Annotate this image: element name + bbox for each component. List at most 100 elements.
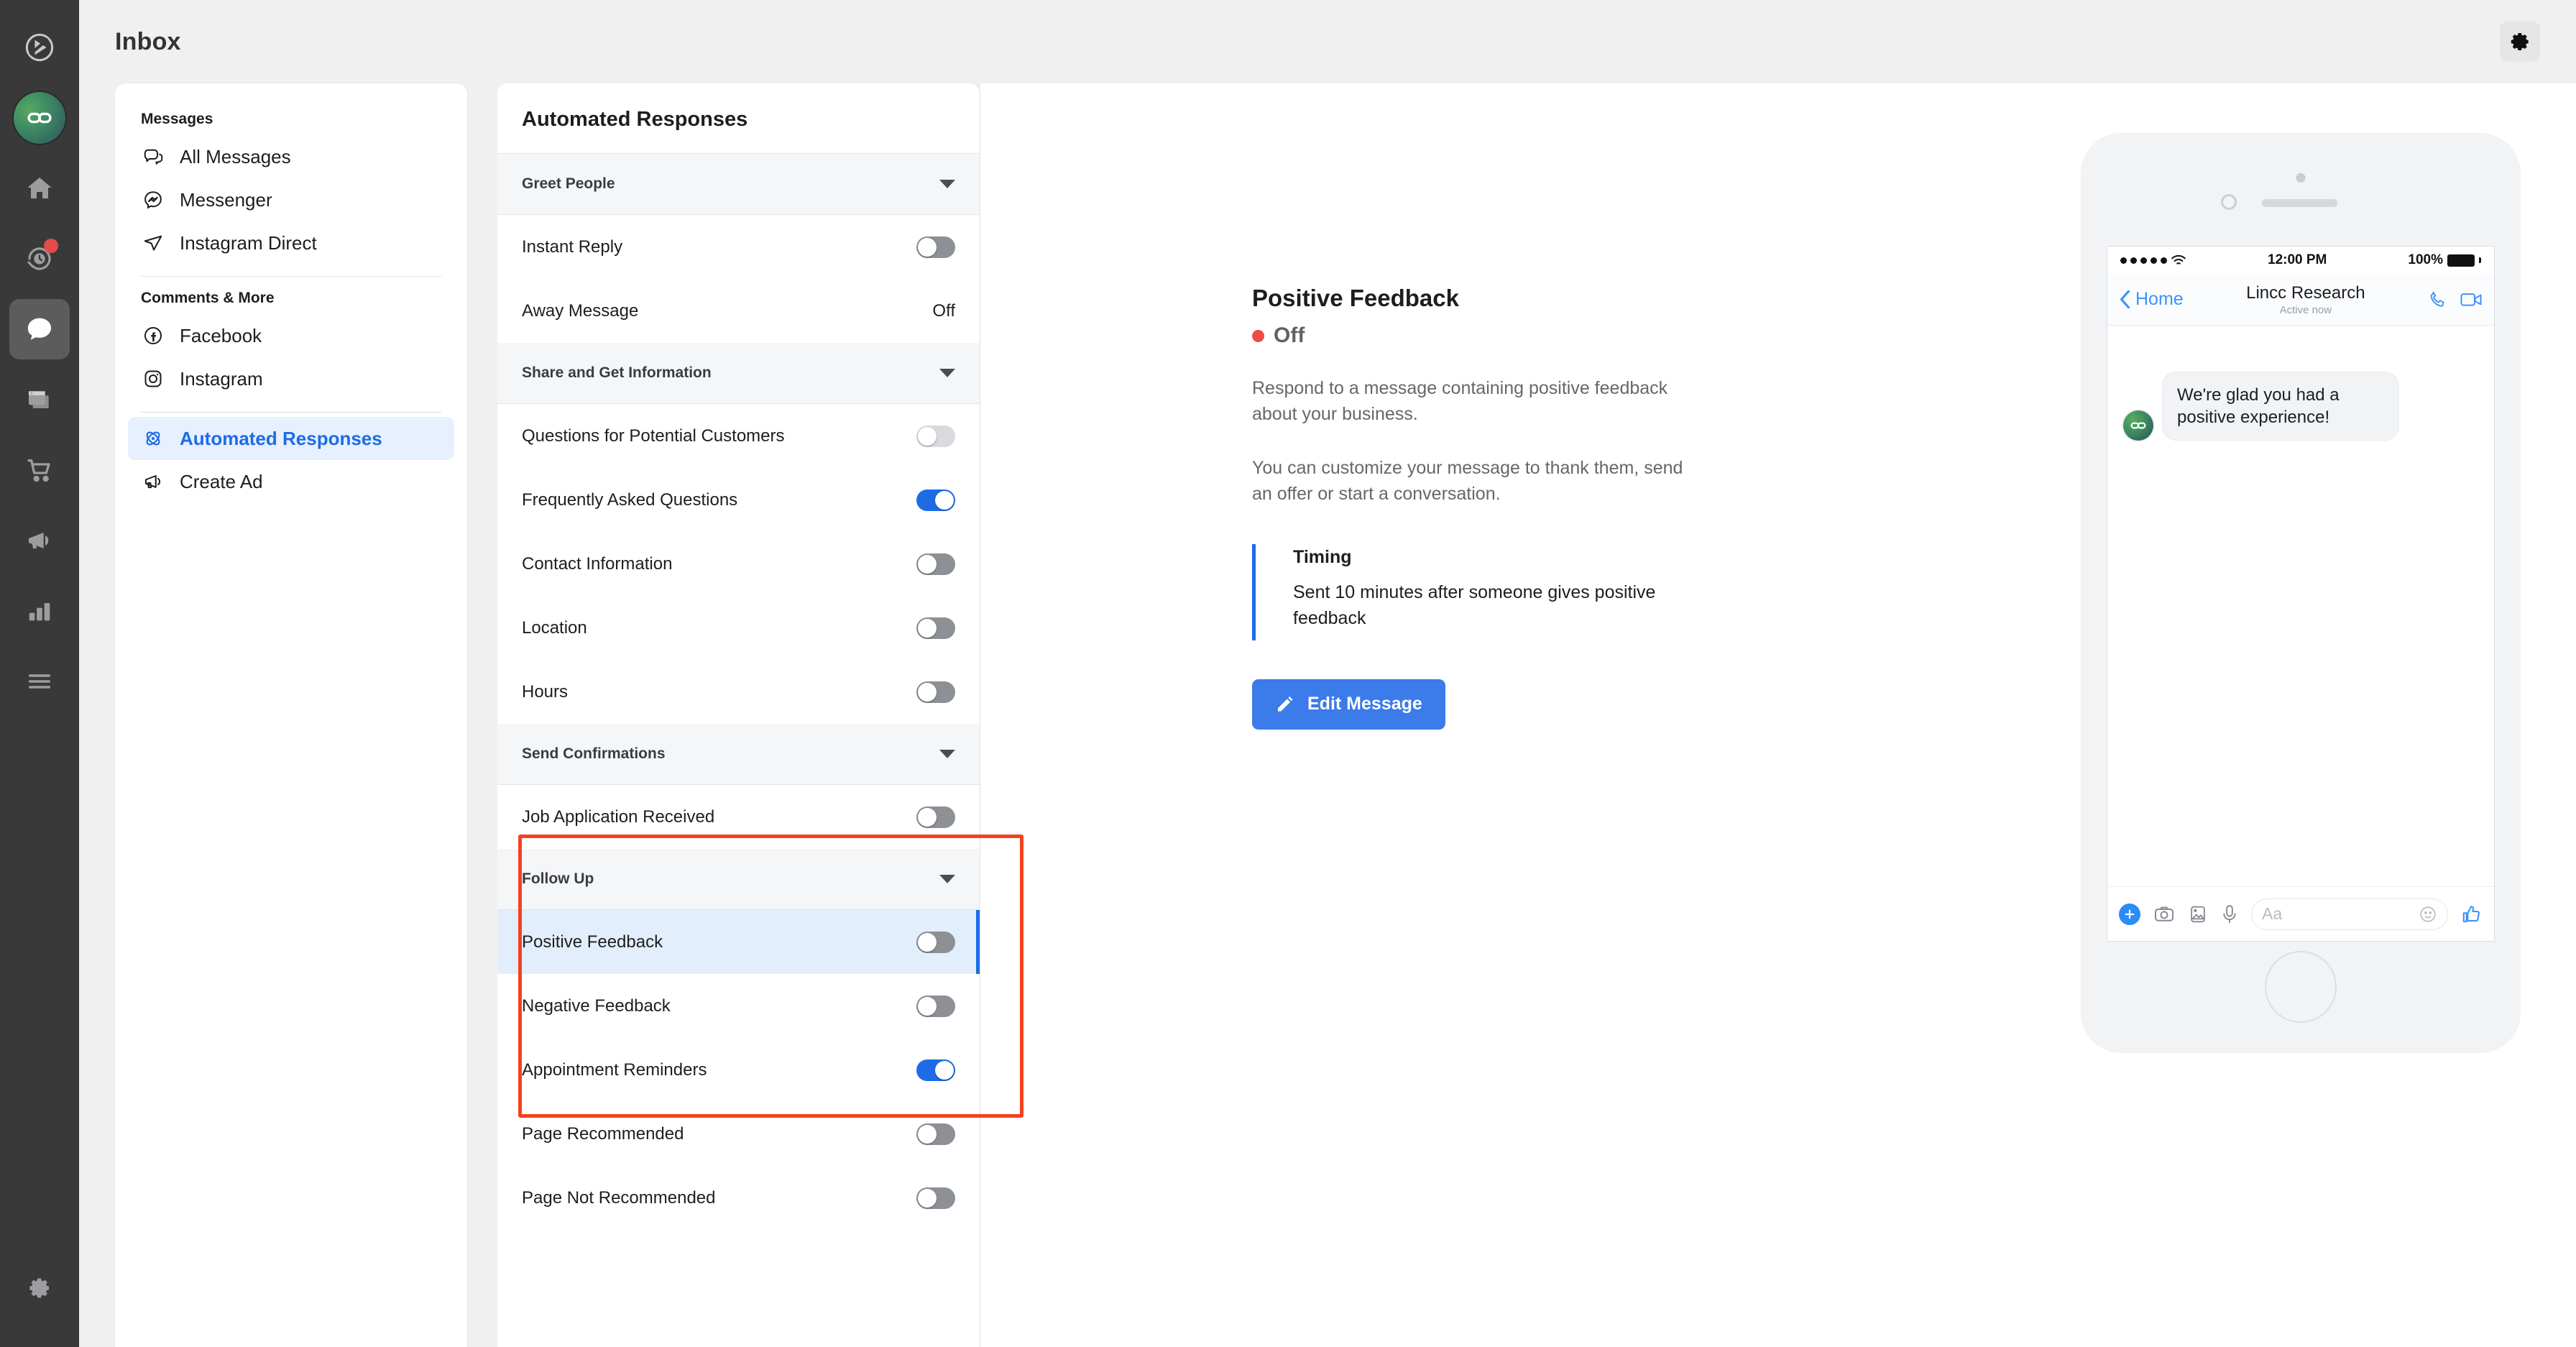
section-header-follow-up[interactable]: Follow Up (497, 849, 980, 910)
toggle-location[interactable] (916, 617, 955, 639)
section-header-share-and-get-information[interactable]: Share and Get Information (497, 343, 980, 404)
sidebar-item-instagram-direct[interactable]: Instagram Direct (128, 221, 454, 265)
phone-icon[interactable] (2428, 290, 2448, 310)
page-header: Inbox (79, 0, 2576, 83)
camera-icon[interactable] (2153, 904, 2175, 925)
row-hours[interactable]: Hours (497, 660, 980, 724)
automated-responses-title: Automated Responses (497, 83, 980, 154)
row-questions-for-potential-customers[interactable]: Questions for Potential Customers (497, 404, 980, 468)
row-frequently-asked-questions[interactable]: Frequently Asked Questions (497, 468, 980, 532)
row-negative-feedback[interactable]: Negative Feedback (497, 974, 980, 1038)
sidebar-item-facebook[interactable]: Facebook (128, 314, 454, 357)
row-label: Hours (522, 681, 569, 702)
row-label: Contact Information (522, 553, 673, 574)
row-instant-reply[interactable]: Instant Reply (497, 215, 980, 279)
row-label: Questions for Potential Customers (522, 426, 785, 446)
edit-message-button[interactable]: Edit Message (1252, 679, 1445, 730)
phone-message-bubble: We're glad you had a positive experience… (2162, 372, 2399, 441)
rail-item-pages[interactable] (9, 369, 70, 430)
message-input[interactable]: Aa (2251, 898, 2448, 930)
message-input-placeholder: Aa (2262, 904, 2283, 923)
sidebar-item-messenger[interactable]: Messenger (128, 178, 454, 221)
rail-item-settings[interactable] (9, 1258, 70, 1318)
phone-preview: 12:00 PM 100% Home Lincc Research Active… (2081, 133, 2521, 1053)
section-header-greet-people[interactable]: Greet People (497, 154, 980, 215)
row-label: Frequently Asked Questions (522, 489, 738, 510)
toggle-negative-feedback[interactable] (916, 995, 955, 1017)
sidebar-item-label: Create Ad (180, 470, 263, 492)
sidebar-item-label: Instagram Direct (180, 231, 317, 254)
row-job-application-received[interactable]: Job Application Received (497, 785, 980, 849)
microphone-icon[interactable] (2221, 904, 2238, 925)
phone-nav-bar: Home Lincc Research Active now (2107, 274, 2494, 326)
toggle-instant-reply[interactable] (916, 236, 955, 258)
sidebar-item-create-ad[interactable]: Create Ad (128, 460, 454, 503)
toggle-job-application-received[interactable] (916, 806, 955, 828)
toggle-questions-for-potential-customers[interactable] (916, 425, 955, 447)
row-away-message[interactable]: Away Message Off (497, 279, 980, 343)
toggle-page-recommended[interactable] (916, 1123, 955, 1145)
row-contact-information[interactable]: Contact Information (497, 532, 980, 596)
sidebar-item-all-messages[interactable]: All Messages (128, 135, 454, 178)
rail-item-activity[interactable] (9, 229, 70, 289)
settings-button[interactable] (2500, 22, 2540, 62)
row-appointment-reminders[interactable]: Appointment Reminders (497, 1038, 980, 1102)
toggle-appointment-reminders[interactable] (916, 1059, 955, 1081)
logo-icon[interactable] (9, 17, 70, 78)
facebook-icon (141, 323, 165, 348)
photo-icon[interactable] (2188, 904, 2208, 925)
phone-home-button[interactable] (2265, 951, 2337, 1023)
section-title: Greet People (522, 175, 615, 192)
nav-divider (141, 276, 441, 277)
sidebar-item-label: Automated Responses (180, 427, 382, 449)
notification-badge (44, 239, 58, 253)
phone-conversation: We're glad you had a positive experience… (2107, 326, 2494, 886)
video-camera-icon[interactable] (2460, 290, 2483, 310)
chat-bubble-icon (27, 318, 52, 340)
battery-percent: 100% (2408, 252, 2443, 267)
rail-item-commerce[interactable] (9, 440, 70, 500)
plus-icon[interactable] (2119, 903, 2140, 925)
phone-back-button[interactable]: Home (2119, 289, 2184, 310)
chevron-left-icon (2120, 290, 2130, 309)
rail-item-ads[interactable] (9, 510, 70, 571)
paper-plane-icon (141, 231, 165, 255)
sidebar-item-instagram[interactable]: Instagram (128, 357, 454, 400)
toggle-positive-feedback[interactable] (916, 931, 955, 953)
app-root: Inbox Messages All Messages Messenger In… (0, 0, 2576, 1347)
rail-item-insights[interactable] (9, 581, 70, 641)
inbox-nav-panel: Messages All Messages Messenger Instagra… (115, 83, 467, 1347)
row-label: Location (522, 617, 587, 638)
toggle-frequently-asked-questions[interactable] (916, 489, 955, 511)
rail-item-more[interactable] (9, 651, 70, 712)
row-location[interactable]: Location (497, 596, 980, 660)
megaphone-icon (141, 469, 165, 494)
section-header-send-confirmations[interactable]: Send Confirmations (497, 724, 980, 785)
chain-link-icon (2130, 422, 2146, 429)
page-title: Inbox (115, 27, 181, 55)
chevron-down-icon (939, 180, 955, 188)
detail-paragraph-2: You can customize your message to thank … (1252, 457, 1683, 504)
phone-time: 12:00 PM (2268, 252, 2327, 267)
rail-item-home[interactable] (9, 158, 70, 219)
row-label: Page Recommended (522, 1123, 684, 1144)
account-avatar[interactable] (9, 88, 70, 148)
sidebar-item-label: Instagram (180, 367, 263, 390)
signal-dots-icon (2120, 254, 2186, 267)
status-badge: Off (1252, 323, 1699, 348)
row-positive-feedback[interactable]: Positive Feedback (497, 910, 980, 974)
phone-screen: 12:00 PM 100% Home Lincc Research Active… (2107, 246, 2495, 942)
toggle-hours[interactable] (916, 681, 955, 703)
toggle-contact-information[interactable] (916, 553, 955, 575)
stage: Inbox Messages All Messages Messenger In… (79, 0, 2576, 1347)
automated-responses-panel: Automated Responses Greet People Instant… (497, 83, 980, 1347)
toggle-page-not-recommended[interactable] (916, 1187, 955, 1209)
sidebar-item-automated-responses[interactable]: Automated Responses (128, 417, 454, 460)
smiley-icon[interactable] (2419, 905, 2437, 924)
row-page-recommended[interactable]: Page Recommended (497, 1102, 980, 1166)
shopping-cart-icon (27, 459, 50, 482)
thumbs-up-icon[interactable] (2461, 904, 2483, 925)
row-page-not-recommended[interactable]: Page Not Recommended (497, 1166, 980, 1230)
rail-item-inbox[interactable] (9, 299, 70, 359)
row-label: Away Message (522, 300, 639, 321)
